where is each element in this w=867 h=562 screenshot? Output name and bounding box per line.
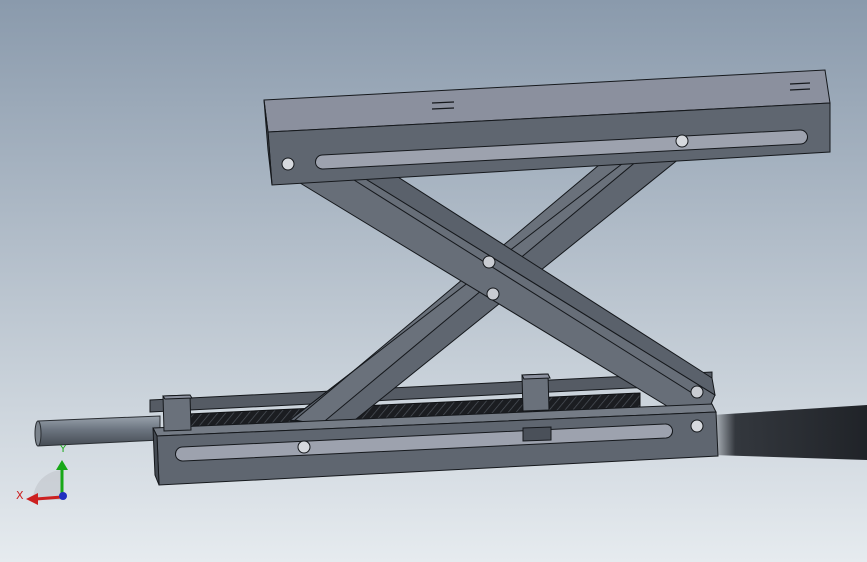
- pivot-pin-center[interactable]: [486, 287, 500, 301]
- x-axis-label: X: [16, 489, 24, 502]
- x-axis-arrow: [35, 495, 63, 501]
- bearing-block-right[interactable]: [521, 373, 552, 442]
- scissor-lift-model[interactable]: X Y: [0, 0, 867, 562]
- cad-viewport[interactable]: X Y: [0, 0, 867, 562]
- platform-pin-right[interactable]: [675, 134, 689, 148]
- base-pin-right[interactable]: [690, 419, 704, 433]
- bearing-block-left[interactable]: [162, 394, 193, 432]
- pivot-pin-upper[interactable]: [482, 255, 496, 269]
- y-axis-label: Y: [59, 444, 67, 455]
- platform-pin-left[interactable]: [281, 157, 295, 171]
- base-pin-slider[interactable]: [297, 440, 311, 454]
- pivot-pin-lower-right[interactable]: [690, 385, 704, 399]
- z-axis-dot: [59, 492, 67, 500]
